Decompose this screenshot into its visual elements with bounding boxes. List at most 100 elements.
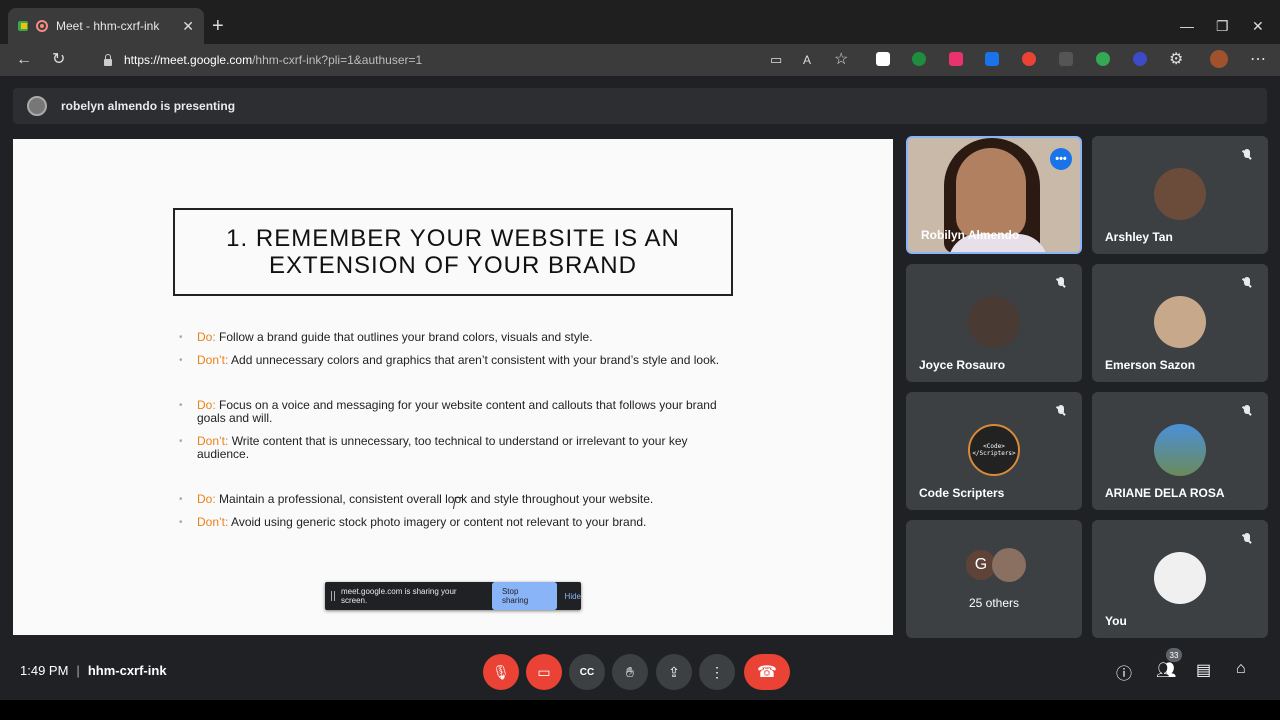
captions-button[interactable]: CC — [569, 654, 605, 690]
close-window-icon[interactable]: ✕ — [1252, 18, 1264, 35]
taskbar-strip — [0, 700, 1280, 720]
avatar — [968, 296, 1020, 348]
people-count-badge: 33 — [1166, 648, 1182, 662]
browser-tab[interactable]: Meet - hhm-cxrf-ink ✕ — [8, 8, 204, 44]
participant-tile[interactable]: <Code> </Scripters> Code Scripters — [906, 392, 1082, 510]
download-extension-icon[interactable] — [912, 52, 926, 66]
meeting-controls: 1:49 PM | hhm-cxrf-ink 🎙︎ ▭ CC ✋︎ ⇪ ⋮ ☎︎ ⓘ… — [0, 650, 1280, 690]
avatar — [1154, 296, 1206, 348]
favorite-icon[interactable]: ☆ — [834, 51, 848, 69]
extension-blue-icon[interactable] — [1133, 52, 1147, 66]
bullet-item: Do: Follow a brand guide that outlines y… — [179, 331, 739, 345]
hand-icon: ✋︎ — [626, 663, 634, 680]
hide-button[interactable]: Hide — [565, 592, 581, 601]
current-time: 1:49 PM — [20, 663, 69, 678]
extension-icon[interactable] — [876, 52, 890, 66]
mic-toggle-button[interactable]: 🎙︎ — [483, 654, 519, 690]
more-vert-icon: ⋮ — [710, 663, 724, 680]
avatar — [1154, 552, 1206, 604]
self-tile[interactable]: You — [1092, 520, 1268, 638]
drag-handle-icon[interactable] — [331, 591, 335, 601]
captions-icon: CC — [579, 666, 595, 678]
more-options-icon[interactable]: ••• — [1050, 148, 1072, 170]
chat-icon[interactable]: ▤ — [1196, 660, 1211, 680]
activities-icon[interactable]: ⌂ — [1236, 660, 1246, 678]
close-tab-icon[interactable]: ✕ — [182, 18, 194, 35]
mic-off-icon — [1240, 532, 1254, 546]
menu-dots-icon[interactable]: ⋯ — [1250, 51, 1266, 69]
mic-off-icon — [1240, 148, 1254, 162]
presenting-text: robelyn almendo is presenting — [61, 99, 236, 113]
tab-title: Meet - hhm-cxrf-ink — [56, 19, 160, 33]
participant-name: ARIANE DELA ROSA — [1105, 486, 1225, 500]
presenter-avatar — [27, 96, 47, 116]
share-message: meet.google.com is sharing your screen. — [340, 587, 457, 605]
participant-tile[interactable]: Arshley Tan — [1092, 136, 1268, 254]
slide-title: 1. REMEMBER YOUR WEBSITE IS AN EXTENSION… — [173, 208, 733, 296]
camera-icon[interactable]: ▭ — [770, 51, 782, 69]
participant-name: Joyce Rosauro — [919, 358, 1006, 372]
bullet-group: Do: Focus on a voice and messaging for y… — [179, 399, 739, 461]
bullet-item: Don’t: Add unnecessary colors and graphi… — [179, 354, 739, 368]
present-icon: ⇪ — [668, 663, 680, 680]
others-tile[interactable]: G 25 others — [906, 520, 1082, 638]
url-field[interactable]: https://meet.google.com/hhm-cxrf-ink?pli… — [92, 48, 862, 72]
pocket-icon[interactable] — [949, 52, 963, 66]
screen-share-popup: meet.google.com is sharing your screen. … — [325, 582, 581, 610]
stop-sharing-button[interactable]: Stop sharing — [491, 582, 557, 610]
minimize-icon[interactable]: — — [1180, 18, 1194, 34]
mic-off-icon — [1054, 404, 1068, 418]
participant-name: Code Scripters — [919, 486, 1005, 500]
bullet-item: Don’t: Write content that is unnecessary… — [179, 435, 739, 461]
leave-call-button[interactable]: ☎︎ — [744, 654, 790, 690]
participant-name: Emerson Sazon — [1105, 358, 1196, 372]
browser-tab-bar: Meet - hhm-cxrf-ink ✕ + — ❐ ✕ — [0, 0, 1280, 44]
meeting-code: hhm-cxrf-ink — [87, 663, 167, 678]
mic-off-icon — [1240, 404, 1254, 418]
extension-gray-icon[interactable] — [1059, 52, 1073, 66]
url-path: /hhm-cxrf-ink?pli=1&authuser=1 — [252, 53, 423, 67]
extension-red-icon[interactable] — [1022, 52, 1036, 66]
participant-tile[interactable]: Emerson Sazon — [1092, 264, 1268, 382]
info-icon[interactable]: ⓘ — [1116, 660, 1132, 684]
recording-icon — [36, 20, 48, 32]
mic-off-icon: 🎙︎ — [492, 663, 510, 680]
participant-tile[interactable]: Joyce Rosauro — [906, 264, 1082, 382]
participant-name: Robilyn Almendo — [921, 228, 1020, 242]
read-aloud-icon[interactable]: A — [803, 51, 811, 69]
bullet-item: Don’t: Avoid using generic stock photo i… — [179, 516, 739, 530]
more-options-button[interactable]: ⋮ — [699, 654, 735, 690]
participant-name: You — [1105, 614, 1127, 628]
mic-off-icon — [1240, 276, 1254, 290]
back-icon[interactable]: ← — [16, 51, 32, 69]
avatar: <Code> </Scripters> — [968, 424, 1020, 476]
extension-green-icon[interactable] — [1096, 52, 1110, 66]
phone-hangup-icon: ☎︎ — [757, 664, 777, 681]
people-icon[interactable]: 👥︎ — [1156, 660, 1176, 680]
avatar — [992, 548, 1026, 582]
raise-hand-button[interactable]: ✋︎ — [612, 654, 648, 690]
mic-off-icon — [1054, 276, 1068, 290]
camera-toggle-button[interactable]: ▭ — [526, 654, 562, 690]
profile-avatar[interactable] — [1210, 50, 1228, 68]
bullet-group: Do: Follow a brand guide that outlines y… — [179, 331, 739, 368]
avatar — [1154, 424, 1206, 476]
camera-off-icon: ▭ — [537, 663, 551, 680]
maximize-icon[interactable]: ❐ — [1216, 18, 1229, 35]
new-tab-icon[interactable]: + — [212, 16, 224, 36]
bullet-item: Do: Focus on a voice and messaging for y… — [179, 399, 739, 425]
participant-name: Arshley Tan — [1105, 230, 1173, 244]
meeting-info: 1:49 PM | hhm-cxrf-ink — [20, 663, 167, 678]
participant-tile[interactable]: ARIANE DELA ROSA — [1092, 392, 1268, 510]
participant-tile[interactable]: ••• Robilyn Almendo — [906, 136, 1082, 254]
avatar — [1154, 168, 1206, 220]
present-button[interactable]: ⇪ — [656, 654, 692, 690]
skype-icon[interactable] — [985, 52, 999, 66]
extensions-puzzle-icon[interactable]: ⚙ — [1169, 51, 1183, 69]
others-count: 25 others — [968, 596, 1020, 610]
url-host: https://meet.google.com — [124, 53, 253, 67]
reload-icon[interactable]: ↻ — [52, 51, 65, 69]
meet-favicon-icon — [18, 21, 28, 31]
presenting-banner: robelyn almendo is presenting — [13, 88, 1267, 124]
presentation-slide: 1. REMEMBER YOUR WEBSITE IS AN EXTENSION… — [13, 139, 893, 635]
